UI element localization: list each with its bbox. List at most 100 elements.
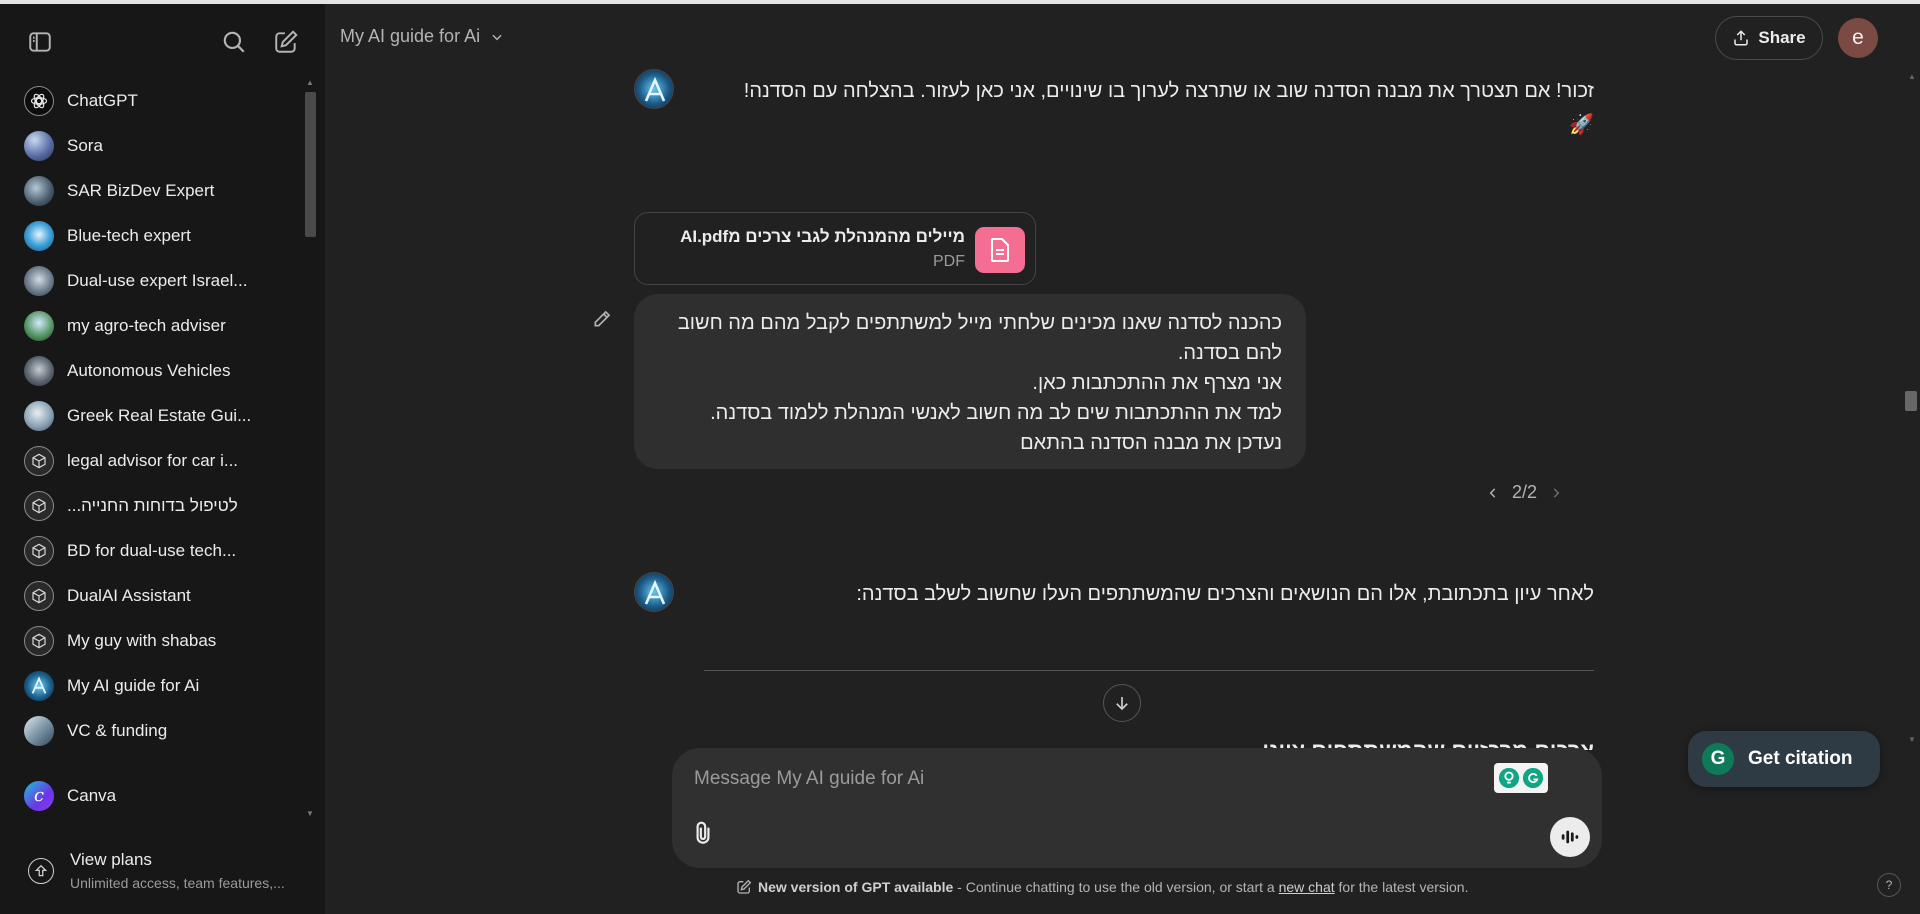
- gpt-avatar-icon: [24, 265, 54, 296]
- message-text: זכור! אם תצטרך את מבנה הסדנה שוב או שתרצ…: [743, 80, 1594, 102]
- next-version-icon[interactable]: [1549, 486, 1563, 500]
- cube-icon: [24, 445, 54, 476]
- sidebar-scrollbar[interactable]: [305, 92, 316, 237]
- new-chat-link[interactable]: new chat: [1279, 879, 1335, 895]
- sidebar-item-parking-tickets[interactable]: לטיפול בדוחות החנייה...: [0, 483, 310, 528]
- sidebar-item-label: legal advisor for car i...: [67, 450, 239, 470]
- voice-mode-button[interactable]: [1550, 817, 1590, 857]
- attached-file-card[interactable]: מיילים מהמנהלת לגבי צרכים מAI.pdf PDF: [634, 212, 1036, 285]
- attach-file-icon[interactable]: [690, 820, 716, 851]
- get-citation-button[interactable]: G Get citation: [1688, 731, 1880, 787]
- version-count: 2/2: [1512, 482, 1538, 502]
- gpt-avatar-icon: [24, 220, 54, 251]
- sidebar-item-sora[interactable]: Sora: [0, 123, 310, 168]
- sidebar-item-chatgpt[interactable]: ChatGPT: [0, 78, 310, 123]
- cube-icon: [24, 535, 54, 566]
- sidebar-item-label: BD for dual-use tech...: [67, 540, 237, 560]
- message-version-pager: 2/2: [1486, 482, 1563, 503]
- sidebar-item-greek-real-estate[interactable]: Greek Real Estate Gui...: [0, 393, 310, 438]
- user-message-line: למד את ההתכתבות שים לב מה חשוב לאנשי המנ…: [710, 402, 1282, 424]
- upgrade-icon: [28, 858, 54, 884]
- gpt-avatar-icon: [24, 670, 54, 701]
- user-avatar[interactable]: e: [1838, 18, 1878, 58]
- rocket-emoji: 🚀: [1569, 114, 1594, 136]
- sidebar: ChatGPT Sora SAR BizDev Expert Blue-tech…: [0, 4, 325, 914]
- user-message-line: אני מצרף את ההתכתבות כאן.: [1032, 372, 1282, 394]
- main-scroll-down-icon[interactable]: ▼: [1908, 735, 1916, 744]
- sidebar-item-dual-use[interactable]: Dual-use expert Israel...: [0, 258, 310, 303]
- canva-icon: c: [24, 780, 54, 811]
- cube-icon: [24, 625, 54, 656]
- new-chat-icon[interactable]: [268, 24, 304, 60]
- user-message-line: כהכנה לסדנה שאנו מכינים שלחתי מייל למשתת…: [677, 312, 1282, 334]
- cube-icon: [24, 580, 54, 611]
- sidebar-item-label: ChatGPT: [67, 90, 138, 110]
- sidebar-item-blue-tech[interactable]: Blue-tech expert: [0, 213, 310, 258]
- edit-message-icon[interactable]: [592, 309, 612, 334]
- sidebar-item-label: DualAI Assistant: [67, 585, 191, 605]
- gpt-avatar-icon: [24, 400, 54, 431]
- chevron-down-icon: [492, 34, 502, 40]
- chatgpt-icon: [24, 85, 54, 116]
- sidebar-item-label: my agro-tech adviser: [67, 315, 226, 335]
- get-citation-label: Get citation: [1748, 748, 1853, 769]
- assistant-message-text: לאחר עיון בתכתובת, אלו הם הנושאים והצרכי…: [856, 583, 1594, 605]
- assistant-avatar: [634, 69, 674, 109]
- message-input[interactable]: [694, 768, 1474, 790]
- view-plans-button[interactable]: View plans Unlimited access, team featur…: [0, 842, 325, 906]
- search-icon[interactable]: [216, 24, 252, 60]
- sidebar-item-autonomous-vehicles[interactable]: Autonomous Vehicles: [0, 348, 310, 393]
- share-button[interactable]: Share: [1715, 16, 1823, 60]
- gpt-avatar-icon: [24, 175, 54, 206]
- sidebar-item-label: My guy with shabas: [67, 630, 217, 650]
- sidebar-item-label: Greek Real Estate Gui...: [67, 405, 252, 425]
- sidebar-item-label: My AI guide for Ai: [67, 675, 200, 695]
- sidebar-scroll-up-icon[interactable]: ▲: [306, 78, 314, 87]
- help-button[interactable]: ?: [1877, 873, 1901, 897]
- scroll-to-bottom-button[interactable]: [1103, 684, 1141, 722]
- sidebar-item-label: Sora: [67, 135, 103, 155]
- arrow-down-icon: [1116, 697, 1128, 711]
- file-type: PDF: [933, 253, 965, 270]
- main-scrollbar[interactable]: [1905, 391, 1917, 411]
- sidebar-item-label: VC & funding: [67, 720, 168, 740]
- sidebar-item-agro-tech[interactable]: my agro-tech adviser: [0, 303, 310, 348]
- file-name: מיילים מהמנהלת לגבי צרכים מAI.pdf: [680, 227, 965, 246]
- notice-bold: New version of GPT available: [758, 879, 954, 895]
- toggle-sidebar-icon[interactable]: [22, 24, 58, 60]
- gpt-avatar-icon: [24, 715, 54, 746]
- grammarly-g-icon: [1522, 767, 1544, 789]
- sidebar-item-canva[interactable]: c Canva: [0, 773, 310, 818]
- user-message-bubble: כהכנה לסדנה שאנו מכינים שלחתי מייל למשתת…: [634, 294, 1306, 469]
- sidebar-item-label: Autonomous Vehicles: [67, 360, 231, 380]
- grammarly-widget[interactable]: [1494, 763, 1548, 793]
- share-label: Share: [1758, 28, 1806, 47]
- grammarly-idea-icon: [1498, 767, 1520, 789]
- sora-icon: [24, 130, 54, 161]
- sidebar-item-sar-bizdev[interactable]: SAR BizDev Expert: [0, 168, 310, 213]
- main-scroll-up-icon[interactable]: ▲: [1908, 72, 1916, 81]
- sidebar-scroll-down-icon[interactable]: ▼: [306, 809, 314, 818]
- notice-tail: for the latest version.: [1334, 879, 1469, 895]
- assistant-avatar: [634, 572, 674, 612]
- model-selector[interactable]: My AI guide for Ai: [340, 26, 504, 47]
- view-plans-subtitle: Unlimited access, team features,...: [70, 875, 285, 891]
- sidebar-item-legal-advisor[interactable]: legal advisor for car i...: [0, 438, 310, 483]
- sidebar-item-dualai-assistant[interactable]: DualAI Assistant: [0, 573, 310, 618]
- sidebar-item-my-guy-shabas[interactable]: My guy with shabas: [0, 618, 310, 663]
- sidebar-item-vc-funding[interactable]: VC & funding: [0, 708, 310, 753]
- notice-text: - Continue chatting to use the old versi…: [953, 879, 1279, 895]
- view-plans-title: View plans: [70, 850, 152, 869]
- voice-waveform-icon: [1561, 830, 1579, 844]
- previous-version-icon[interactable]: [1486, 486, 1500, 500]
- sidebar-header: [0, 4, 325, 72]
- sidebar-item-label: SAR BizDev Expert: [67, 180, 215, 200]
- sidebar-item-my-ai-guide[interactable]: My AI guide for Ai: [0, 663, 310, 708]
- cube-icon: [24, 490, 54, 521]
- sidebar-item-bd-dual-use[interactable]: BD for dual-use tech...: [0, 528, 310, 573]
- model-name: My AI guide for Ai: [340, 26, 481, 46]
- gpt-avatar-icon: [24, 310, 54, 341]
- share-icon: [1734, 30, 1749, 46]
- user-message-line: להם בסדנה.: [1177, 342, 1282, 364]
- sidebar-item-label: Canva: [67, 785, 117, 805]
